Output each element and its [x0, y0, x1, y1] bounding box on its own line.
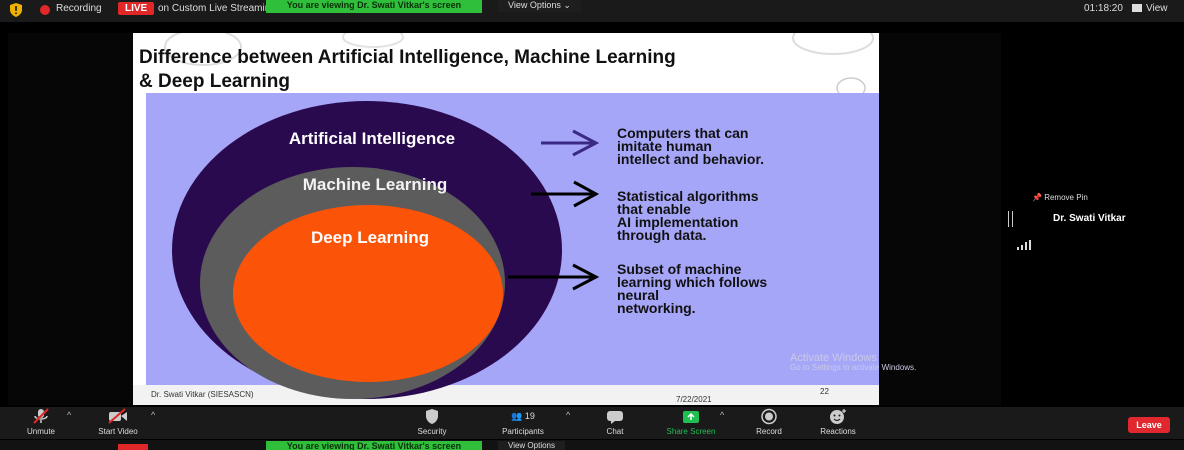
unmute-button[interactable]: Unmute: [18, 408, 64, 438]
share-screen-icon: [683, 411, 699, 423]
dl-arrow: [508, 263, 600, 291]
chat-bubble-icon: [607, 411, 623, 424]
audio-options-caret[interactable]: ^: [67, 410, 71, 420]
share-screen-label: Share Screen: [666, 427, 716, 436]
live-badge-duplicate: [118, 444, 148, 450]
view-label: View: [1146, 3, 1168, 14]
security-button[interactable]: Security: [410, 408, 454, 438]
participants-label: Participants: [502, 427, 544, 436]
chat-button[interactable]: Chat: [598, 408, 632, 438]
participant-name: Dr. Swati Vitkar: [1053, 213, 1126, 224]
slide-footer-date: 7/22/2021: [676, 395, 712, 404]
desc-line: intellect and behavior.: [617, 151, 765, 167]
signal-strength-icon: [1017, 240, 1031, 250]
desc-line: through data.: [617, 227, 707, 243]
record-label: Record: [756, 427, 782, 436]
reactions-button[interactable]: Reactions: [812, 408, 864, 438]
share-options-caret[interactable]: ^: [720, 410, 724, 420]
slide-title-line-1: Difference between Artificial Intelligen…: [139, 47, 676, 68]
slide-page-number: 22: [820, 387, 829, 396]
record-icon: [761, 408, 777, 425]
reactions-smiley-icon: [830, 409, 846, 424]
viewing-screen-banner-duplicate: You are viewing Dr. Swati Vitkar's scree…: [266, 441, 482, 450]
ai-arrow: [541, 129, 600, 157]
record-button[interactable]: Record: [750, 408, 788, 438]
pin-icon: 📌: [1032, 193, 1045, 202]
grid-view-icon: [1132, 4, 1142, 12]
meeting-toolbar: [0, 407, 1184, 439]
security-label: Security: [417, 427, 447, 436]
desc-line: networking.: [617, 300, 696, 316]
start-video-label: Start Video: [98, 427, 138, 436]
dl-description: Subset of machine learning which follows…: [617, 262, 877, 316]
participants-options-caret[interactable]: ^: [566, 410, 570, 420]
chat-label: Chat: [606, 427, 624, 436]
slide-title-line-2: & Deep Learning: [139, 71, 290, 92]
live-badge[interactable]: LIVE: [118, 2, 155, 15]
meeting-timer: 01:18:20: [1084, 3, 1123, 14]
microphone-muted-icon: [33, 408, 49, 424]
remove-pin-label: Remove Pin: [1044, 193, 1088, 202]
video-camera-off-icon: [108, 408, 127, 424]
ml-arrow: [531, 180, 600, 208]
view-options-button[interactable]: View Options ⌄: [498, 0, 581, 12]
participant-count: 19: [524, 411, 535, 421]
recording-dot-icon: [40, 5, 50, 15]
participants-icon: 👥 19: [511, 411, 535, 421]
slide-footer-author: Dr. Swati Vitkar (SIESASCN): [151, 390, 254, 399]
viewing-screen-banner: You are viewing Dr. Swati Vitkar's scree…: [266, 0, 482, 13]
unmute-label: Unmute: [26, 427, 55, 436]
view-button[interactable]: View: [1132, 3, 1168, 14]
view-options-label: View Options: [508, 0, 561, 10]
activate-windows-subtext: Go to Settings to activate Windows.: [790, 363, 917, 372]
remove-pin-button[interactable]: 📌 Remove Pin: [1032, 193, 1088, 202]
video-tile-edge: [1008, 211, 1013, 227]
participants-button[interactable]: 👥 19 Participants: [492, 408, 554, 438]
share-screen-button[interactable]: Share Screen: [658, 408, 724, 438]
security-shield-icon: [426, 409, 438, 424]
shield-warning-icon[interactable]: [10, 3, 22, 17]
slide-title: Difference between Artificial Intelligen…: [139, 46, 869, 94]
ml-description: Statistical algorithms that enable AI im…: [617, 189, 877, 243]
leave-button[interactable]: Leave: [1128, 417, 1170, 433]
recording-label: Recording: [56, 3, 102, 14]
reactions-label: Reactions: [820, 427, 856, 436]
chevron-down-icon: ⌄: [560, 0, 571, 10]
view-options-duplicate: View Options: [498, 441, 565, 450]
start-video-button[interactable]: Start Video: [90, 408, 146, 438]
video-options-caret[interactable]: ^: [151, 410, 155, 420]
bottom-duplicate-bar: [0, 440, 1184, 450]
ai-description: Computers that can imitate human intelle…: [617, 126, 877, 167]
